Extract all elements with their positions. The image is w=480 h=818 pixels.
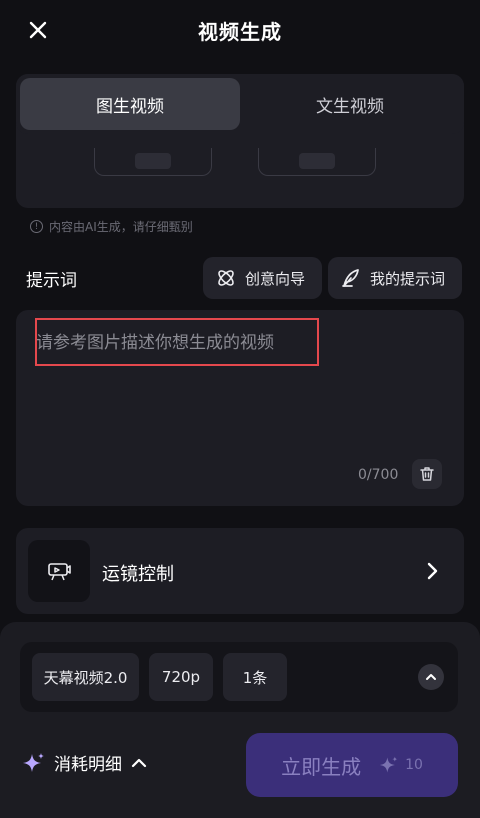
cost-detail-toggle[interactable]: 消耗明细 bbox=[22, 750, 148, 775]
info-icon: ! bbox=[30, 220, 43, 233]
generate-cost-value: 10 bbox=[405, 757, 423, 773]
prompt-label: 提示词 bbox=[26, 271, 77, 291]
generate-cost: 10 bbox=[379, 755, 423, 775]
trash-icon bbox=[420, 467, 434, 481]
chevron-up-icon bbox=[131, 758, 147, 767]
disclaimer-text: 内容由AI生成，请仔细甄别 bbox=[49, 220, 193, 234]
tab-text-to-video[interactable]: 文生视频 bbox=[240, 78, 460, 130]
feather-pen-icon bbox=[342, 269, 359, 287]
char-counter: 0/700 bbox=[358, 467, 399, 483]
sparkle-icon bbox=[379, 756, 398, 773]
upload-last-frame[interactable] bbox=[258, 148, 376, 176]
model-select[interactable]: 天幕视频2.0 bbox=[32, 653, 139, 701]
creative-guide-label: 创意向导 bbox=[245, 269, 306, 288]
sparkle-icon bbox=[23, 752, 44, 772]
resolution-select[interactable]: 720p bbox=[149, 653, 213, 701]
creative-guide-button[interactable]: 创意向导 bbox=[203, 257, 322, 299]
mode-tabs: 图生视频 文生视频 bbox=[16, 74, 464, 134]
tab-image-to-video[interactable]: 图生视频 bbox=[20, 78, 240, 130]
count-select[interactable]: 1条 bbox=[223, 653, 287, 701]
camera-control-icon bbox=[48, 563, 71, 581]
ai-disclaimer: ! 内容由AI生成，请仔细甄别 bbox=[30, 218, 193, 235]
camera-control-label: 运镜控制 bbox=[102, 564, 174, 585]
chevron-right-icon bbox=[427, 562, 438, 580]
generate-button[interactable]: 立即生成 10 bbox=[246, 733, 458, 797]
page-title: 视频生成 bbox=[198, 20, 282, 44]
cost-detail-label: 消耗明细 bbox=[54, 755, 122, 775]
camera-control-icon-box bbox=[28, 540, 90, 602]
clear-prompt-button[interactable] bbox=[412, 459, 442, 489]
my-prompts-button[interactable]: 我的提示词 bbox=[328, 257, 462, 299]
chevron-up-icon bbox=[426, 674, 436, 680]
generate-label: 立即生成 bbox=[281, 754, 362, 779]
upload-first-frame[interactable] bbox=[94, 148, 212, 176]
my-prompts-label: 我的提示词 bbox=[370, 269, 446, 288]
settings-collapse-button[interactable] bbox=[418, 664, 444, 690]
creative-guide-icon bbox=[218, 270, 234, 286]
